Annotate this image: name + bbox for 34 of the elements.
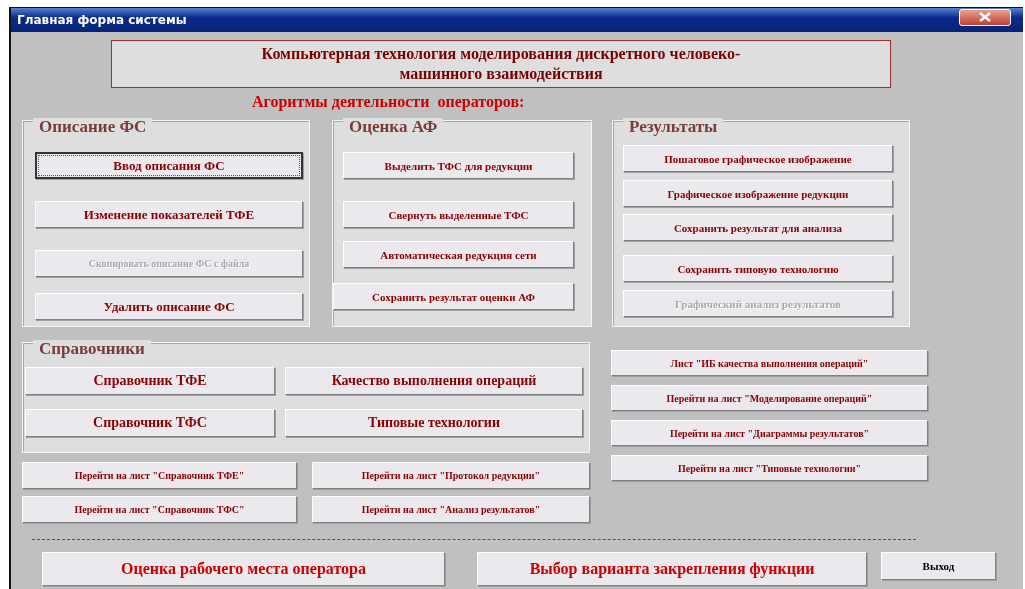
action-button[interactable]: Графическое изображение редукции: [623, 180, 893, 207]
action-button[interactable]: Изменение показателей ТФЕ: [35, 201, 303, 228]
close-button[interactable]: [959, 8, 1011, 26]
group-title: Справочники: [33, 340, 151, 358]
action-button[interactable]: Сохранить типовую технологию: [623, 255, 893, 282]
sheet-link-button[interactable]: Перейти на лист "Диаграммы результатов": [611, 420, 928, 446]
action-button[interactable]: Пошаговое графическое изображение: [623, 145, 893, 172]
sheet-link-button[interactable]: Перейти на лист "Анализ результатов": [312, 496, 590, 523]
group-title: Результаты: [623, 118, 724, 136]
action-button[interactable]: Автоматическая редукция сети: [343, 241, 574, 268]
sheet-link-button[interactable]: Перейти на лист "Типовые технологии": [611, 455, 928, 481]
action-button[interactable]: Выбор варианта закрепления функции: [477, 552, 867, 586]
section-subtitle: Агоритмы деятельности операторов:: [252, 92, 526, 113]
sheet-link-button[interactable]: Перейти на лист "Протокол редукции": [312, 462, 590, 489]
reference-button[interactable]: Типовые технологии: [285, 409, 583, 437]
action-button[interactable]: Оценка рабочего места оператора: [42, 552, 445, 586]
close-icon: [979, 12, 991, 22]
reference-button[interactable]: Справочник ТФС: [25, 409, 275, 437]
group-title: Оценка АФ: [343, 118, 444, 136]
exit-button[interactable]: Выход: [881, 552, 996, 580]
reference-button[interactable]: Качество выполнения операций: [285, 367, 583, 395]
sheet-link-button[interactable]: Перейти на лист "Справочник ТФС": [22, 496, 297, 523]
reference-button[interactable]: Справочник ТФЕ: [25, 367, 275, 395]
action-button[interactable]: Сохранить результат оценки АФ: [333, 283, 574, 310]
action-button[interactable]: Удалить описание ФС: [35, 293, 303, 320]
sheet-link-button[interactable]: Перейти на лист "Моделирование операций": [611, 385, 928, 411]
window-title: Главная форма системы: [17, 13, 187, 27]
sheet-link-button[interactable]: Лист "ИБ качества выполнения операций": [611, 350, 928, 376]
sheet-link-button[interactable]: Перейти на лист "Справочник ТФЕ": [22, 462, 297, 489]
header-title: Компьютерная технология моделирования дискретного человеко- машинного взаимодействия: [111, 40, 891, 88]
action-button[interactable]: Выделить ТФС для редукции: [343, 152, 574, 179]
action-button[interactable]: Свернуть выделенные ТФС: [343, 201, 574, 228]
action-button[interactable]: Ввод описания ФС: [35, 152, 303, 179]
action-button[interactable]: Сохранить результат для анализа: [623, 214, 893, 241]
